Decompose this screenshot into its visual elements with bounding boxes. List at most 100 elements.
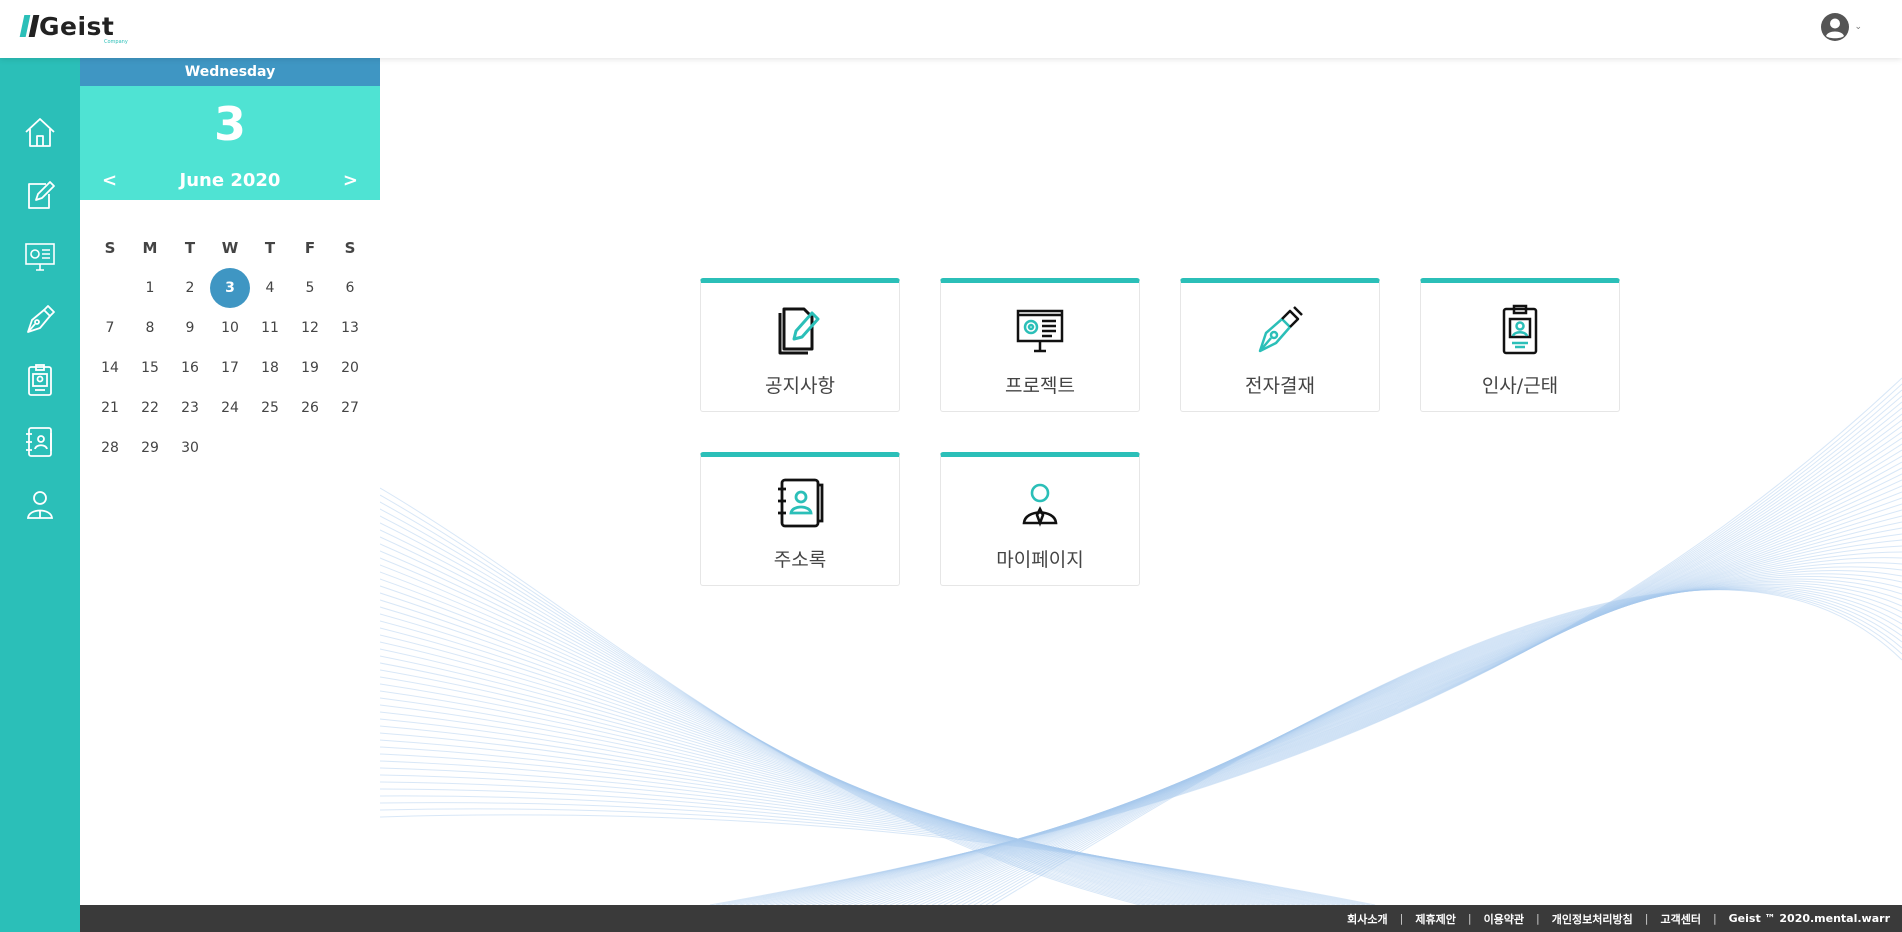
calendar-day[interactable]: 2 (170, 268, 210, 308)
calendar-day-selected[interactable]: 3 (210, 268, 250, 308)
edit-note-icon (28, 181, 55, 209)
day-header: T (184, 239, 196, 257)
footer-separator: | (1536, 912, 1540, 925)
calendar-week-row: 14 15 16 17 18 19 20 (90, 348, 370, 388)
calendar-month-year: June 2020 (179, 170, 281, 191)
calendar-day-headers: S M T W T F S (90, 228, 370, 268)
menu-card-mypage[interactable]: 마이페이지 (940, 452, 1140, 586)
footer-copyright: Geist ™ 2020.mental.warr (1728, 912, 1890, 925)
calendar-day[interactable]: 10 (210, 308, 250, 348)
calendar-day[interactable]: 20 (330, 348, 370, 388)
calendar-week-row: 7 8 9 10 11 12 13 (90, 308, 370, 348)
calendar-day[interactable]: 1 (130, 268, 170, 308)
user-icon (1022, 483, 1058, 527)
footer-link[interactable]: 개인정보처리방침 (1552, 911, 1633, 927)
card-label: 전자결재 (1245, 375, 1315, 397)
logo-text: Geist (39, 12, 115, 41)
top-header: Geist Company ⌄ (0, 0, 1902, 58)
menu-card-notice[interactable]: 공지사항 (700, 278, 900, 412)
day-header: F (304, 239, 316, 257)
day-header: M (142, 239, 158, 257)
calendar-day[interactable]: 28 (90, 428, 130, 468)
logo[interactable]: Geist Company (19, 12, 128, 45)
calendar-day[interactable]: 12 (290, 308, 330, 348)
calendar-day[interactable]: 8 (130, 308, 170, 348)
card-label: 인사/근태 (1481, 375, 1559, 397)
footer: 회사소개 | 제휴제안 | 이용약관 | 개인정보처리방침 | 고객센터 | Geist ™ 202… (80, 905, 1902, 932)
footer-link[interactable]: 제휴제안 (1415, 911, 1455, 927)
calendar-panel: Wednesday 3 < June 2020 > S M T W T F S … (80, 58, 380, 905)
calendar-day[interactable]: 7 (90, 308, 130, 348)
logo-mark (19, 15, 40, 37)
calendar-day[interactable]: 18 (250, 348, 290, 388)
day-header: T (264, 239, 276, 257)
calendar-day[interactable]: 25 (250, 388, 290, 428)
calendar-day[interactable]: 27 (330, 388, 370, 428)
calendar-day[interactable]: 21 (90, 388, 130, 428)
calendar-week-row: 21 22 23 24 25 26 27 (90, 388, 370, 428)
logo-subtext: Company (104, 39, 128, 45)
footer-separator: | (1467, 912, 1472, 925)
calendar-day[interactable]: 29 (130, 428, 170, 468)
calendar-empty-cell (90, 268, 130, 308)
id-badge-icon (1502, 304, 1538, 355)
address-book-icon (26, 427, 52, 457)
sidebar-item-approval[interactable] (20, 298, 60, 338)
calendar-day[interactable]: 11 (250, 308, 290, 348)
sidebar-rail (0, 58, 80, 932)
id-badge-icon (28, 364, 52, 396)
calendar-day[interactable]: 13 (330, 308, 370, 348)
pen-nib-icon (27, 305, 55, 333)
card-label: 주소록 (773, 549, 827, 571)
calendar-day[interactable]: 14 (90, 348, 130, 388)
calendar-week-row: 28 29 30 (90, 428, 370, 468)
calendar-day[interactable]: 26 (290, 388, 330, 428)
calendar-current-day: 3 (213, 97, 246, 151)
sidebar-item-notice[interactable] (20, 174, 60, 214)
calendar-day[interactable]: 9 (170, 308, 210, 348)
calendar-day[interactable]: 15 (130, 348, 170, 388)
calendar-day[interactable]: 19 (290, 348, 330, 388)
calendar-day[interactable]: 24 (210, 388, 250, 428)
project-board-icon (25, 243, 55, 271)
footer-link[interactable]: 회사소개 (1347, 911, 1387, 927)
notice-edit-icon (778, 307, 820, 355)
chevron-down-icon: ⌄ (1854, 22, 1862, 32)
calendar-day[interactable]: 16 (170, 348, 210, 388)
sidebar-item-home[interactable] (20, 112, 60, 152)
calendar-day[interactable]: 4 (250, 268, 290, 308)
calendar-day[interactable]: 6 (330, 268, 370, 308)
calendar-empty-cell (250, 428, 290, 468)
background-waves (380, 377, 1902, 905)
day-header: S (344, 239, 356, 257)
calendar-next-button[interactable]: > (343, 170, 358, 191)
user-icon (27, 491, 53, 519)
account-menu[interactable]: ⌄ (1820, 12, 1862, 42)
card-label: 프로젝트 (1005, 375, 1075, 397)
card-label: 공지사항 (765, 375, 835, 397)
sidebar-item-hr[interactable] (20, 360, 60, 400)
menu-card-project[interactable]: 프로젝트 (940, 278, 1140, 412)
home-icon (25, 118, 55, 147)
menu-card-approval[interactable]: 전자결재 (1180, 278, 1380, 412)
calendar-header: 3 < June 2020 > (80, 86, 380, 200)
sidebar-item-project[interactable] (20, 236, 60, 276)
card-label: 마이페이지 (996, 549, 1084, 571)
footer-link[interactable]: 이용약관 (1484, 911, 1524, 927)
day-header: S (104, 239, 116, 257)
day-header: W (221, 239, 239, 257)
sidebar-item-mypage[interactable] (20, 484, 60, 524)
calendar-day[interactable]: 17 (210, 348, 250, 388)
footer-link[interactable]: 고객센터 (1660, 911, 1700, 927)
footer-separator: | (1399, 912, 1404, 925)
menu-card-addressbook[interactable]: 주소록 (700, 452, 900, 586)
sidebar-item-addressbook[interactable] (20, 422, 60, 462)
menu-card-hr[interactable]: 인사/근태 (1420, 278, 1620, 412)
calendar-empty-cell (330, 428, 370, 468)
calendar-day[interactable]: 22 (130, 388, 170, 428)
calendar-grid: S M T W T F S 1 2 3 4 5 6 7 8 9 10 11 12 13 14 15 16 17 1… (90, 228, 370, 468)
calendar-day[interactable]: 5 (290, 268, 330, 308)
footer-separator: | (1712, 912, 1717, 925)
calendar-day[interactable]: 23 (170, 388, 210, 428)
calendar-day[interactable]: 30 (170, 428, 210, 468)
